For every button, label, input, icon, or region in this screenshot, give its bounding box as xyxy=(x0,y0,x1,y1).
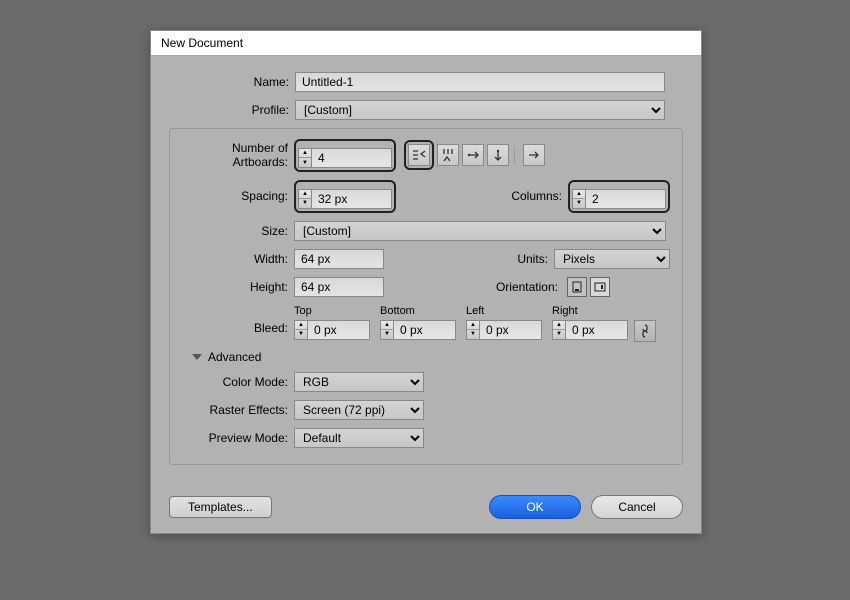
arrange-row-icon[interactable] xyxy=(462,144,484,166)
preview-select[interactable]: Default xyxy=(294,428,424,448)
link-bleed-icon[interactable] xyxy=(634,320,656,342)
spacing-input[interactable] xyxy=(312,189,392,209)
artboards-stepper-btns[interactable]: ▲▼ xyxy=(298,148,312,168)
spacing-stepper[interactable]: ▲▼ xyxy=(298,189,392,209)
name-label: Name: xyxy=(169,75,295,89)
bleed-bottom-stepper[interactable]: ▲▼ xyxy=(380,320,456,340)
width-label: Width: xyxy=(182,252,294,266)
artboards-stepper[interactable]: ▲▼ xyxy=(298,148,392,168)
name-input[interactable] xyxy=(295,72,665,92)
bleed-right-label: Right xyxy=(552,305,628,317)
new-document-dialog: New Document Name: Profile: [Custom] Num… xyxy=(150,30,702,534)
color-mode-label: Color Mode: xyxy=(182,375,294,389)
templates-button[interactable]: Templates... xyxy=(169,496,272,518)
bleed-left-stepper[interactable]: ▲▼ xyxy=(466,320,542,340)
bleed-bottom-input[interactable] xyxy=(394,320,456,340)
size-select[interactable]: [Custom] xyxy=(294,221,666,241)
height-label: Height: xyxy=(182,280,294,294)
grid-by-row-icon[interactable] xyxy=(408,144,430,166)
bleed-top-label: Top xyxy=(294,305,370,317)
width-input[interactable] xyxy=(294,249,384,269)
bleed-left-input[interactable] xyxy=(480,320,542,340)
height-input[interactable] xyxy=(294,277,384,297)
profile-label: Profile: xyxy=(169,103,295,117)
units-label: Units: xyxy=(517,252,554,266)
grid-by-column-icon[interactable] xyxy=(437,144,459,166)
arrange-column-icon[interactable] xyxy=(487,144,509,166)
bleed-right-input[interactable] xyxy=(566,320,628,340)
profile-select[interactable]: [Custom] xyxy=(295,100,665,120)
orientation-landscape-icon[interactable] xyxy=(590,277,610,297)
orientation-label: Orientation: xyxy=(496,280,564,294)
bleed-bottom-label: Bottom xyxy=(380,305,456,317)
raster-label: Raster Effects: xyxy=(182,403,294,417)
columns-label: Columns: xyxy=(511,189,568,203)
artboards-label: Number of Artboards: xyxy=(182,141,294,169)
cancel-button[interactable]: Cancel xyxy=(591,495,683,519)
orientation-portrait-icon[interactable] xyxy=(567,277,587,297)
document-settings-group: Number of Artboards: ▲▼ xyxy=(169,128,683,465)
ok-button[interactable]: OK xyxy=(489,495,581,519)
bleed-right-stepper[interactable]: ▲▼ xyxy=(552,320,628,340)
artboards-input[interactable] xyxy=(312,148,392,168)
raster-select[interactable]: Screen (72 ppi) xyxy=(294,400,424,420)
bleed-label: Bleed: xyxy=(182,305,294,335)
spacing-label: Spacing: xyxy=(182,189,294,203)
columns-stepper[interactable]: ▲▼ xyxy=(572,189,666,209)
size-label: Size: xyxy=(182,224,294,238)
preview-label: Preview Mode: xyxy=(182,431,294,445)
color-mode-select[interactable]: RGB xyxy=(294,372,424,392)
bleed-top-stepper[interactable]: ▲▼ xyxy=(294,320,370,340)
chevron-down-icon xyxy=(192,354,202,360)
columns-input[interactable] xyxy=(586,189,666,209)
advanced-label: Advanced xyxy=(208,350,261,364)
advanced-toggle[interactable]: Advanced xyxy=(192,350,670,364)
dialog-content: Name: Profile: [Custom] Number of Artboa… xyxy=(151,56,701,533)
bleed-left-label: Left xyxy=(466,305,542,317)
layout-direction-icon[interactable] xyxy=(523,144,545,166)
units-select[interactable]: Pixels xyxy=(554,249,670,269)
dialog-title: New Document xyxy=(151,31,701,56)
bleed-top-input[interactable] xyxy=(308,320,370,340)
